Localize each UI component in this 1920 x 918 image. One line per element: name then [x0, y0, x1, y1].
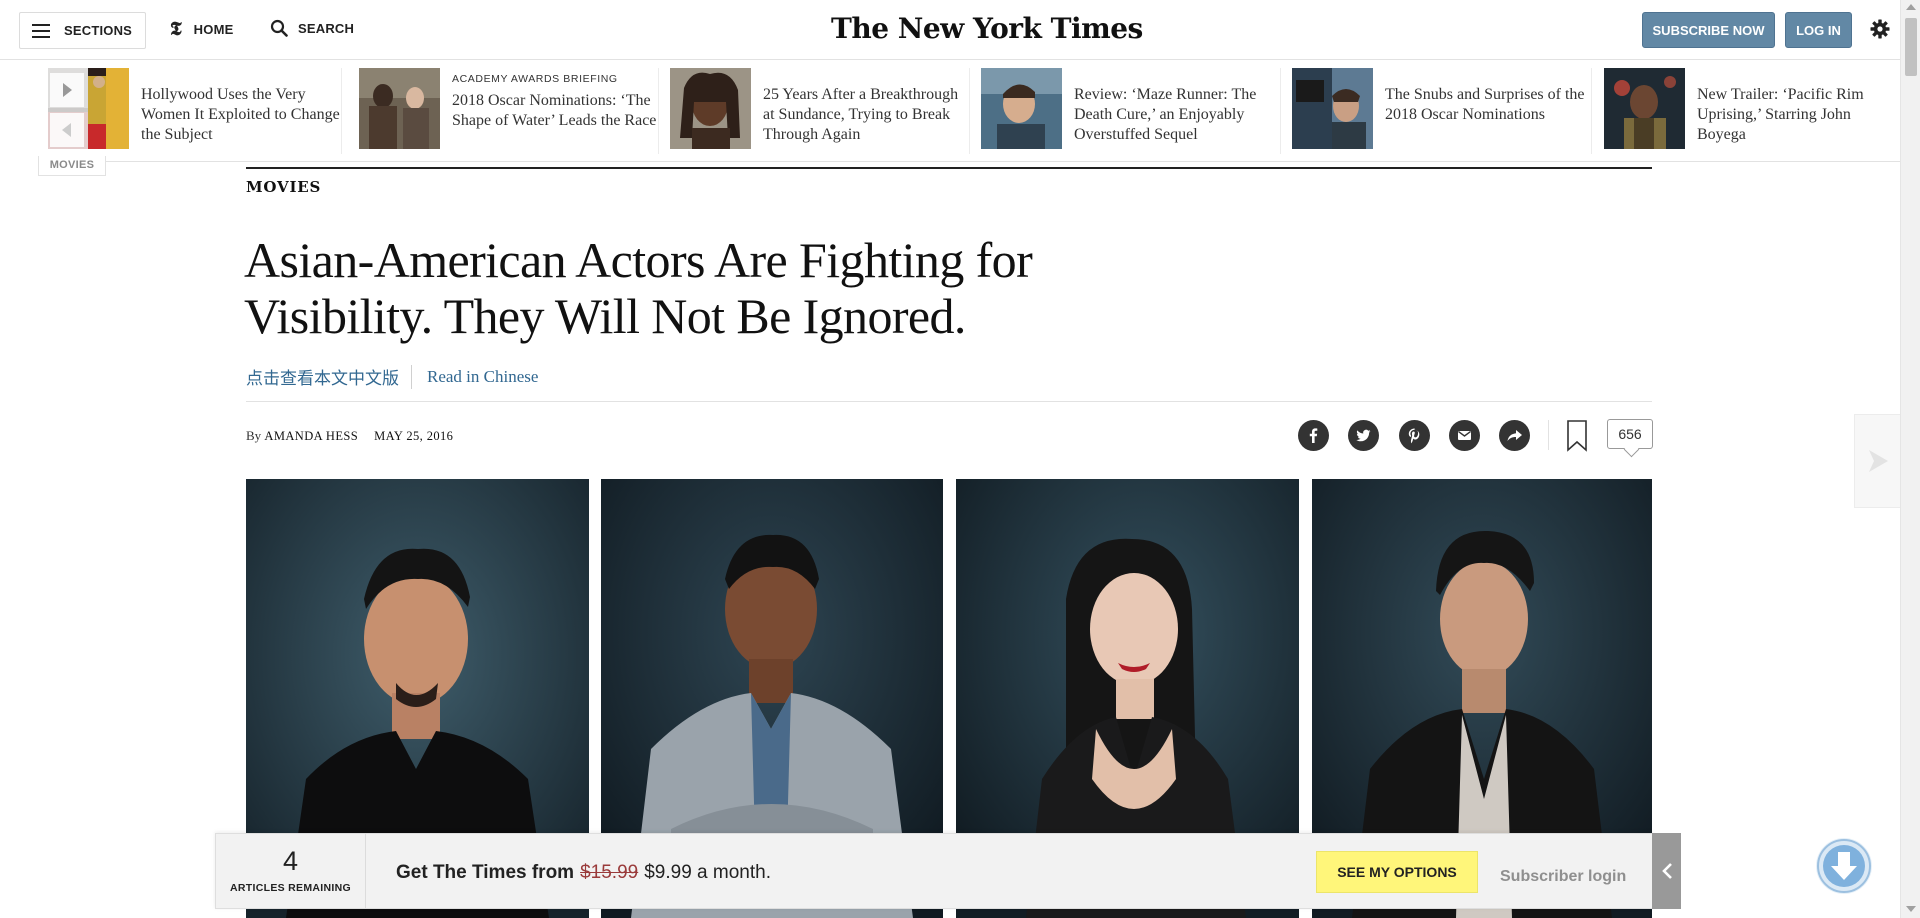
articles-remaining-counter: 4 ARTICLES REMAINING: [216, 834, 366, 908]
ribbon-item[interactable]: The Snubs and Surprises of the 2018 Osca…: [1292, 68, 1592, 154]
offer-lead: Get The Times from: [396, 862, 575, 883]
sections-label: SECTIONS: [64, 23, 133, 38]
article-ribbon: Hollywood Uses the Very Women It Exploit…: [38, 62, 1900, 162]
email-icon: [1458, 431, 1471, 440]
ribbon-item[interactable]: Review: ‘Maze Runner: The Death Cure,’ a…: [981, 68, 1281, 154]
paywall-bar: 4 ARTICLES REMAINING Get The Times from …: [215, 833, 1653, 909]
email-share-button[interactable]: [1449, 420, 1480, 451]
pinterest-icon: [1408, 428, 1420, 444]
ribbon-section-tab[interactable]: MOVIES: [38, 156, 106, 176]
share-icon: [1507, 430, 1522, 441]
byline: By AMANDA HESS MAY 25, 2016: [246, 428, 453, 444]
download-arrow-button[interactable]: [1816, 838, 1872, 894]
log-in-button[interactable]: LOG IN: [1785, 12, 1852, 48]
ribbon-headline: Review: ‘Maze Runner: The Death Cure,’ a…: [1074, 86, 1257, 143]
ribbon-thumbnail: [670, 68, 751, 149]
facebook-share-button[interactable]: [1298, 420, 1329, 451]
arrow-right-icon: [1868, 450, 1888, 472]
nyt-logo[interactable]: The New York Times: [831, 12, 1143, 45]
share-divider: [1548, 420, 1549, 450]
ribbon-headline: The Snubs and Surprises of the 2018 Osca…: [1385, 86, 1585, 123]
subscribe-now-button[interactable]: SUBSCRIBE NOW: [1642, 12, 1775, 48]
byline-block: By AMANDA HESS: [246, 428, 358, 444]
ribbon-item[interactable]: 25 Years After a Breakthrough at Sundanc…: [670, 68, 970, 154]
ribbon-headline: New Trailer: ‘Pacific Rim Uprising,’ Sta…: [1697, 86, 1864, 143]
chevron-left-icon: [62, 123, 71, 137]
ribbon-next-arrow[interactable]: [50, 73, 84, 107]
comment-count-button[interactable]: 656: [1607, 419, 1653, 449]
scroll-down-arrow-icon[interactable]: [1906, 906, 1916, 912]
hamburger-icon: [32, 23, 50, 38]
more-share-button[interactable]: [1499, 420, 1530, 451]
search-label: SEARCH: [298, 20, 355, 36]
ribbon-headline: 25 Years After a Breakthrough at Sundanc…: [763, 86, 959, 143]
scroll-up-arrow-icon[interactable]: [1906, 4, 1916, 10]
ribbon-thumbnail: [1604, 68, 1685, 149]
ribbon-prev-arrow[interactable]: [50, 113, 84, 147]
sections-button[interactable]: SECTIONS: [19, 12, 146, 49]
nyt-t-icon: 𝕿: [170, 18, 182, 40]
twitter-icon: [1356, 429, 1371, 442]
paywall-collapse-button[interactable]: [1652, 833, 1681, 909]
ribbon-item[interactable]: New Trailer: ‘Pacific Rim Uprising,’ Sta…: [1604, 68, 1900, 154]
ribbon-thumbnail: [359, 68, 440, 149]
old-price: $15.99: [580, 862, 639, 883]
section-kicker[interactable]: MOVIES: [246, 178, 321, 196]
chevron-left-icon: [1661, 863, 1672, 879]
author-name[interactable]: AMANDA HESS: [264, 429, 358, 443]
next-article-button[interactable]: [1854, 414, 1900, 508]
subscriber-login-link[interactable]: Subscriber login: [1500, 868, 1626, 886]
pinterest-share-button[interactable]: [1399, 420, 1430, 451]
bookmark-icon[interactable]: [1566, 420, 1588, 452]
ribbon-item[interactable]: ACADEMY AWARDS BRIEFING 2018 Oscar Nomin…: [359, 68, 659, 154]
ribbon-thumbnail: [1292, 68, 1373, 149]
read-in-chinese-link[interactable]: Read in Chinese: [427, 367, 538, 387]
chinese-version-link[interactable]: 点击查看本文中文版: [246, 364, 399, 389]
section-rule: [246, 167, 1652, 169]
language-divider: [411, 364, 412, 389]
masthead: SECTIONS 𝕿 HOME SEARCH The New York Time…: [0, 0, 1900, 60]
ribbon-headline-block: ACADEMY AWARDS BRIEFING 2018 Oscar Nomin…: [452, 68, 658, 154]
ribbon-thumbnail: [981, 68, 1062, 149]
page-scrollbar[interactable]: [1900, 0, 1920, 918]
ribbon-headline: Hollywood Uses the Very Women It Exploit…: [141, 86, 340, 143]
subscription-offer: Get The Times from $15.99 $9.99 a month.: [396, 862, 771, 884]
download-arrow-icon: [1817, 839, 1871, 893]
article-headline: Asian-American Actors Are Fighting for V…: [244, 232, 1033, 344]
ribbon-item[interactable]: Hollywood Uses the Very Women It Exploit…: [48, 68, 342, 154]
search-icon: [270, 19, 288, 37]
facebook-icon: [1309, 428, 1318, 443]
byline-rule: [246, 401, 1652, 402]
new-price: $9.99 a month.: [644, 862, 771, 883]
articles-remaining-label: ARTICLES REMAINING: [230, 882, 351, 894]
publish-date: MAY 25, 2016: [374, 429, 454, 443]
gear-icon[interactable]: [1868, 17, 1892, 41]
search-link[interactable]: SEARCH: [270, 19, 354, 37]
chevron-right-icon: [63, 83, 72, 97]
see-my-options-button[interactable]: SEE MY OPTIONS: [1316, 851, 1478, 893]
twitter-share-button[interactable]: [1348, 420, 1379, 451]
scroll-thumb[interactable]: [1905, 18, 1917, 76]
language-links: 点击查看本文中文版 Read in Chinese: [246, 364, 538, 389]
home-link[interactable]: 𝕿 HOME: [170, 19, 233, 39]
ribbon-headline: 2018 Oscar Nominations: ‘The Shape of Wa…: [452, 92, 657, 129]
ribbon-kicker: ACADEMY AWARDS BRIEFING: [452, 73, 618, 85]
articles-remaining-count: 4: [282, 846, 299, 876]
byline-prefix: By: [246, 428, 262, 443]
home-label: HOME: [193, 21, 234, 37]
